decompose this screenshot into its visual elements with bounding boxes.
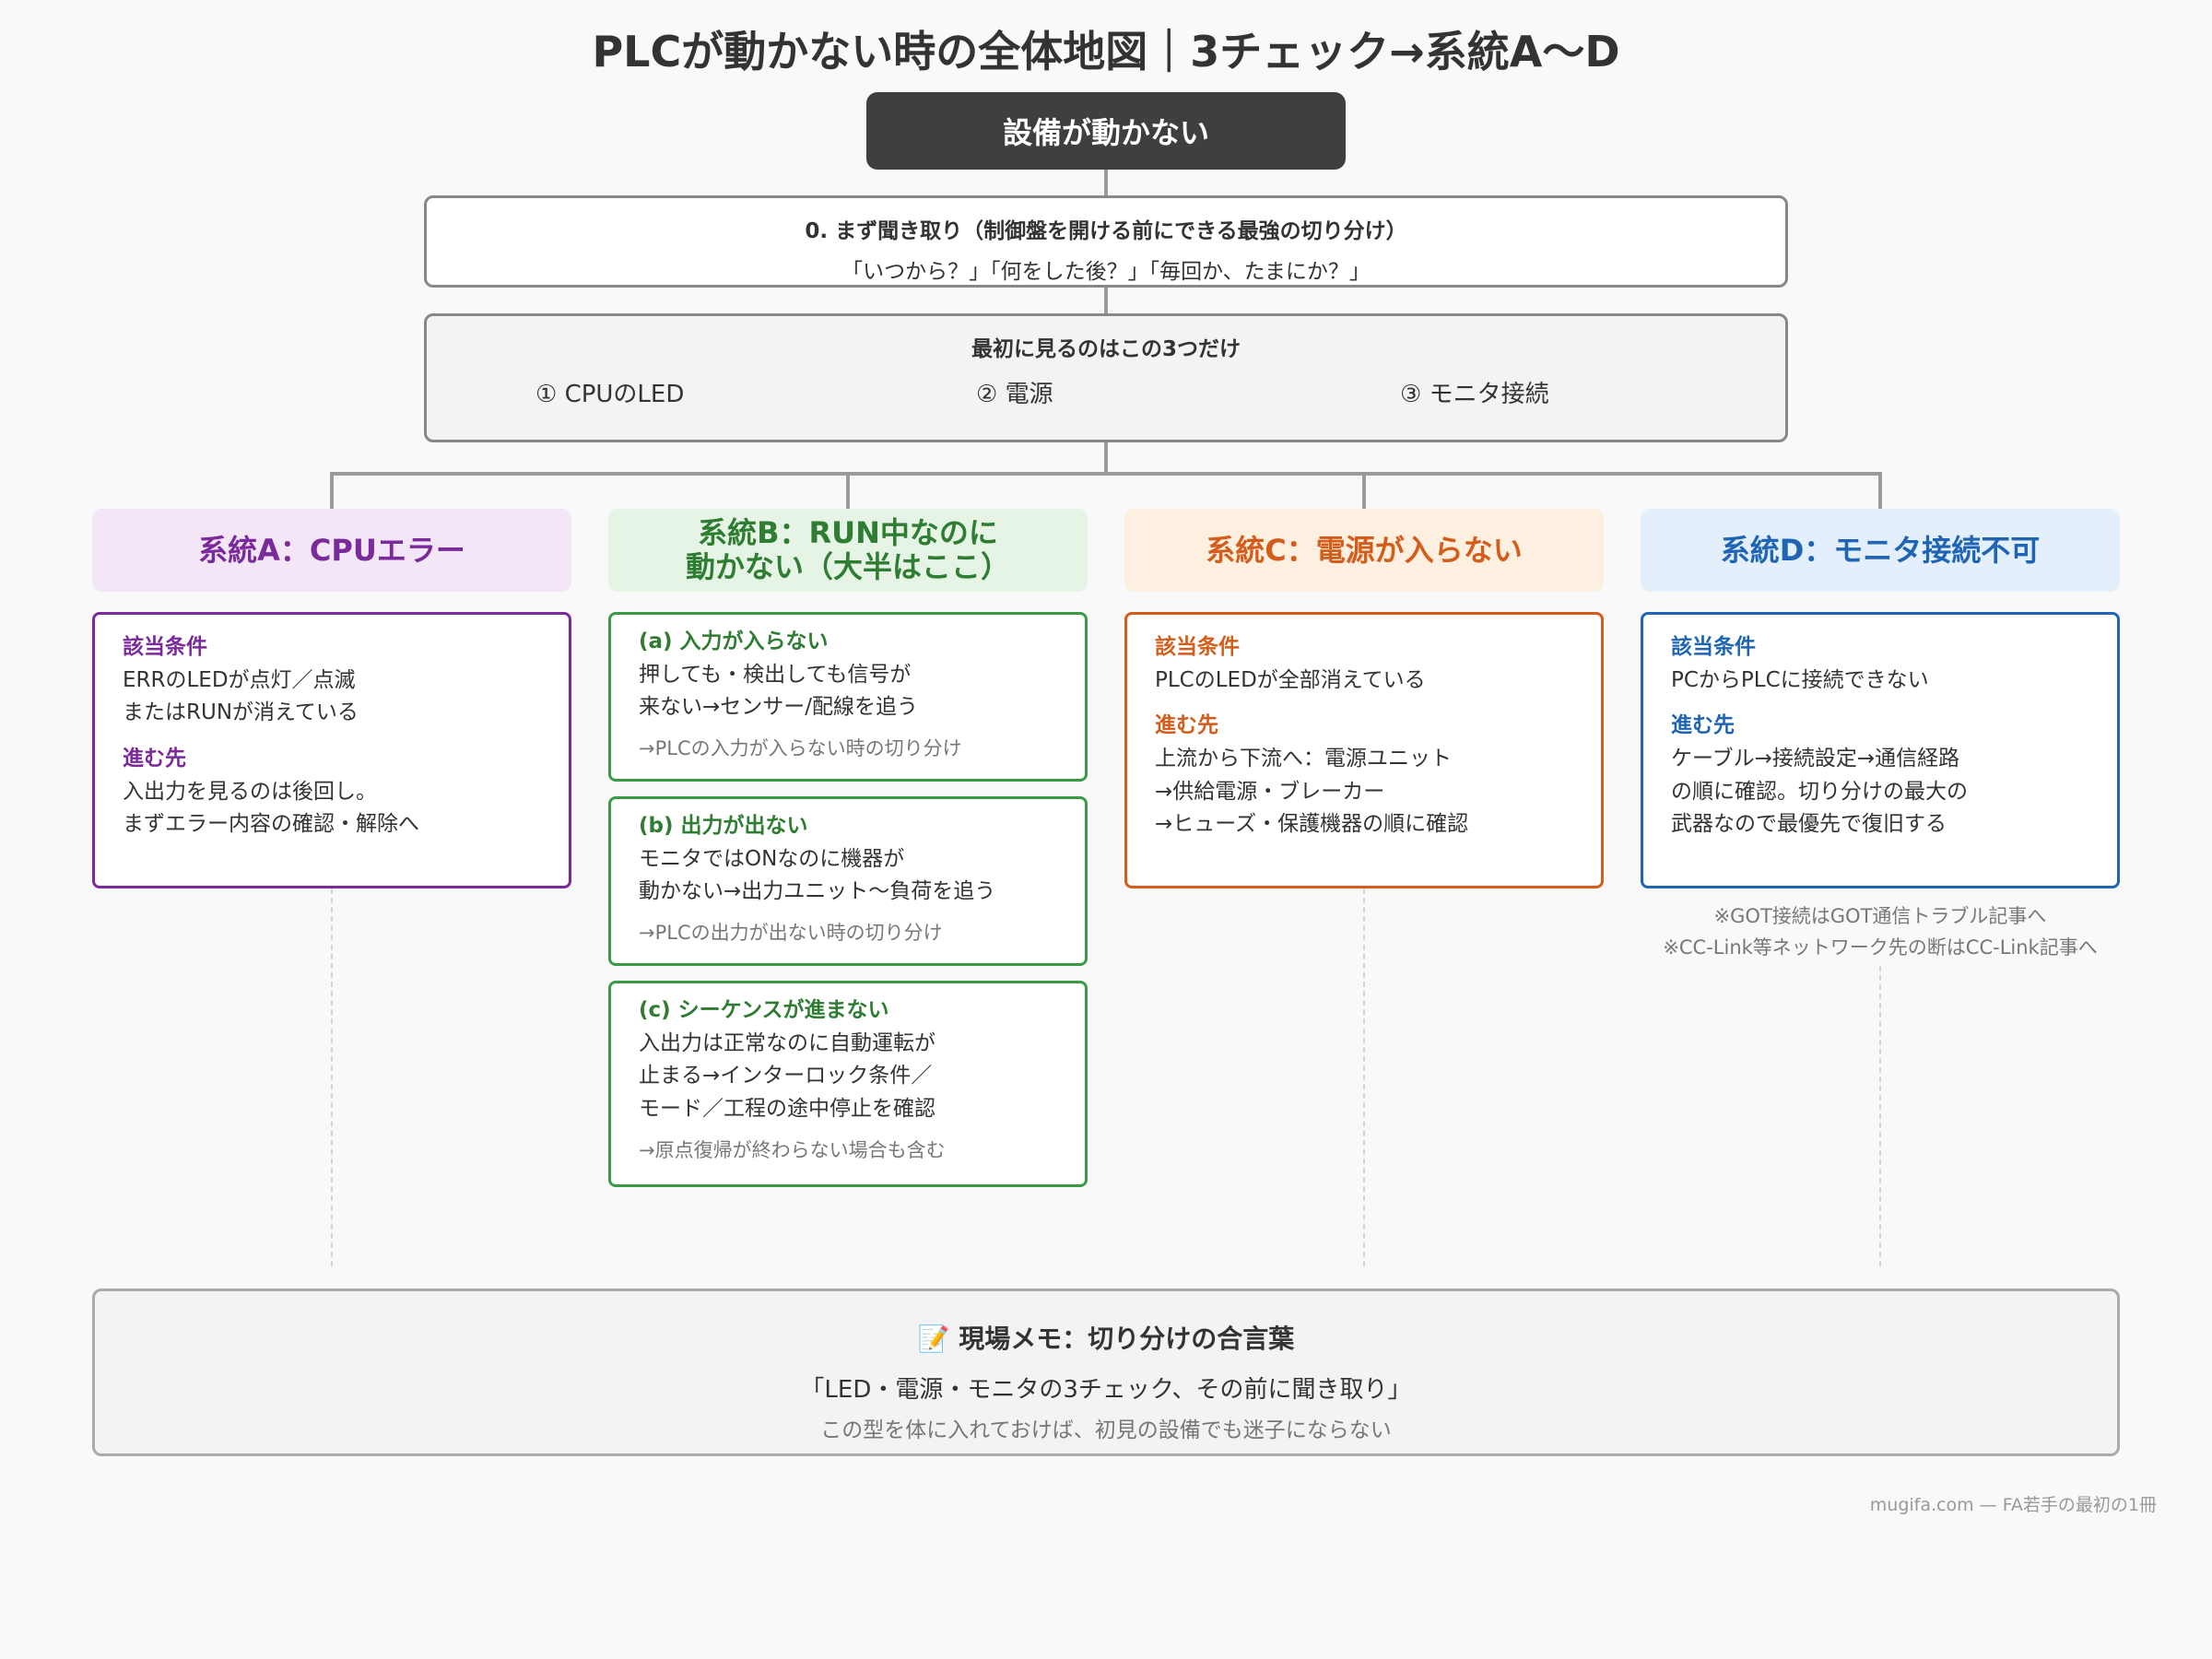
branch-a-next-line: まずエラー内容の確認・解除へ xyxy=(123,812,419,837)
branch-c-next-line: 上流から下流へ：電源ユニット xyxy=(1155,746,1452,771)
branch-d-cond-label: 該当条件 xyxy=(1671,635,1756,659)
root-node: 設備が動かない xyxy=(866,92,1346,170)
connector-root-step0 xyxy=(1104,170,1108,195)
branch-b-card-note: →原点復帰が終わらない場合も含む xyxy=(639,1138,946,1161)
three-checks-heading: 最初に見るのはこの3つだけ xyxy=(971,337,1241,361)
branch-c-card: 該当条件 PLCのLEDが全部消えている 進む先 上流から下流へ：電源ユニット … xyxy=(1124,612,1604,888)
branch-c-next-label: 進む先 xyxy=(1155,713,1218,738)
step0-box: 0. まず聞き取り（制御盤を開ける前にできる最強の切り分け） 「いつから？」「何… xyxy=(424,195,1788,288)
branch-b-card-line: 押しても・検出しても信号が xyxy=(639,662,912,687)
memo-phrase: 「LED・電源・モニタの3チェック、その前に聞き取り」 xyxy=(800,1376,1412,1404)
branch-d-next-label: 進む先 xyxy=(1671,713,1735,738)
branch-b-header-line: 動かない（大半はここ） xyxy=(685,549,1010,584)
field-memo-box: 📝 現場メモ：切り分けの合言葉 「LED・電源・モニタの3チェック、その前に聞き… xyxy=(92,1288,2120,1456)
branch-d-next-line: の順に確認。切り分けの最大の xyxy=(1671,779,1968,804)
branch-b-card-line: 動かない→出力ユニット〜負荷を追う xyxy=(639,879,996,904)
check-item-monitor: ③ モニタ接続 xyxy=(1400,381,1549,408)
branch-d-notes: ※GOT接続はGOT通信トラブル記事へ ※CC-Link等ネットワーク先の断はC… xyxy=(1641,901,2120,963)
page-title: PLCが動かない時の全体地図｜3チェック→系統A〜D xyxy=(592,27,1620,76)
connector-to-b xyxy=(846,472,850,509)
branch-b-card-title: (b) 出力が出ない xyxy=(639,814,808,838)
connector-to-d xyxy=(1878,472,1882,509)
branch-a-next-label: 進む先 xyxy=(123,746,186,771)
branch-b-card-line: モニタではONなのに機器が xyxy=(639,846,905,871)
branch-c-next-line: →ヒューズ・保護機器の順に確認 xyxy=(1155,812,1469,837)
branch-a-next-line: 入出力を見るのは後回し。 xyxy=(123,779,377,804)
branch-a-cond-line: またはRUNが消えている xyxy=(123,700,359,725)
memo-heading: 📝 現場メモ：切り分けの合言葉 xyxy=(95,1319,2117,1356)
branch-a-header: 系統A：CPUエラー xyxy=(92,509,571,592)
branch-b-card-title: (c) シーケンスが進まない xyxy=(639,998,889,1022)
branch-d-next-line: 武器なので最優先で復旧する xyxy=(1671,812,1947,837)
branch-a-cond-line: ERRのLEDが点灯／点滅 xyxy=(123,667,356,692)
branch-b-card-input: (a) 入力が入らない 押しても・検出しても信号が 来ない→センサー/配線を追う… xyxy=(608,612,1088,782)
check-item-cpu-led: ① CPUのLED xyxy=(535,381,685,408)
guide-dashed-c xyxy=(1363,888,1365,1266)
branch-b-card-line: モード／工程の途中停止を確認 xyxy=(639,1096,935,1121)
guide-dashed-a xyxy=(331,888,333,1266)
branch-d-header: 系統D：モニタ接続不可 xyxy=(1641,509,2120,592)
branch-d-note: ※CC-Link等ネットワーク先の断はCC-Link記事へ xyxy=(1663,935,2098,959)
branch-b-header-line: 系統B：RUN中なのに xyxy=(698,515,998,551)
connector-checks-branches xyxy=(1104,442,1108,472)
connector-branch-bar xyxy=(330,472,1882,476)
branch-b-card-note: →PLCの出力が出ない時の切り分け xyxy=(639,921,943,944)
branch-b-card-line: 来ない→センサー/配線を追う xyxy=(639,695,919,720)
connector-to-a xyxy=(330,472,334,509)
memo-sub: この型を体に入れておけば、初見の設備でも迷子にならない xyxy=(820,1418,1392,1442)
connector-to-c xyxy=(1362,472,1366,509)
branch-a-card: 該当条件 ERRのLEDが点灯／点滅 またはRUNが消えている 進む先 入出力を… xyxy=(92,612,571,888)
branch-b-card-line: 止まる→インターロック条件／ xyxy=(639,1064,933,1088)
branch-c-header: 系統C：電源が入らない xyxy=(1124,509,1604,592)
branch-b-card-output: (b) 出力が出ない モニタではONなのに機器が 動かない→出力ユニット〜負荷を… xyxy=(608,796,1088,966)
branch-b-card-line: 入出力は正常なのに自動運転が xyxy=(639,1030,935,1055)
branch-b-card-note: →PLCの入力が入らない時の切り分け xyxy=(639,736,962,759)
footer-credit: mugifa.com — FA若手の最初の1冊 xyxy=(1869,1495,2157,1515)
branch-c-cond-line: PLCのLEDが全部消えている xyxy=(1155,667,1426,692)
branch-b-card-sequence: (c) シーケンスが進まない 入出力は正常なのに自動運転が 止まる→インターロッ… xyxy=(608,981,1088,1187)
branch-b-card-title: (a) 入力が入らない xyxy=(639,629,829,653)
branch-c-next-line: →供給電源・ブレーカー xyxy=(1155,779,1385,804)
branch-b-header: 系統B：RUN中なのに 動かない（大半はここ） xyxy=(608,509,1088,592)
branch-d-note: ※GOT接続はGOT通信トラブル記事へ xyxy=(1713,905,2047,927)
guide-dashed-d xyxy=(1879,966,1881,1266)
branch-c-cond-label: 該当条件 xyxy=(1155,635,1240,659)
step0-heading: 0. まず聞き取り（制御盤を開ける前にできる最強の切り分け） xyxy=(805,219,1407,243)
check-item-power: ② 電源 xyxy=(976,381,1053,408)
branch-d-next-line: ケーブル→接続設定→通信経路 xyxy=(1671,746,1960,771)
memo-icon: 📝 xyxy=(917,1324,950,1354)
step0-questions: 「いつから？」「何をした後？」「毎回か、たまにか？」 xyxy=(841,260,1371,284)
three-checks-box: 最初に見るのはこの3つだけ ① CPUのLED ② 電源 ③ モニタ接続 xyxy=(424,313,1788,442)
branch-d-card: 該当条件 PCからPLCに接続できない 進む先 ケーブル→接続設定→通信経路 の… xyxy=(1641,612,2120,888)
memo-heading-text: 現場メモ：切り分けの合言葉 xyxy=(959,1324,1295,1354)
connector-step0-checks xyxy=(1104,288,1108,313)
branch-d-cond-line: PCからPLCに接続できない xyxy=(1671,667,1929,692)
branch-a-cond-label: 該当条件 xyxy=(123,635,207,659)
